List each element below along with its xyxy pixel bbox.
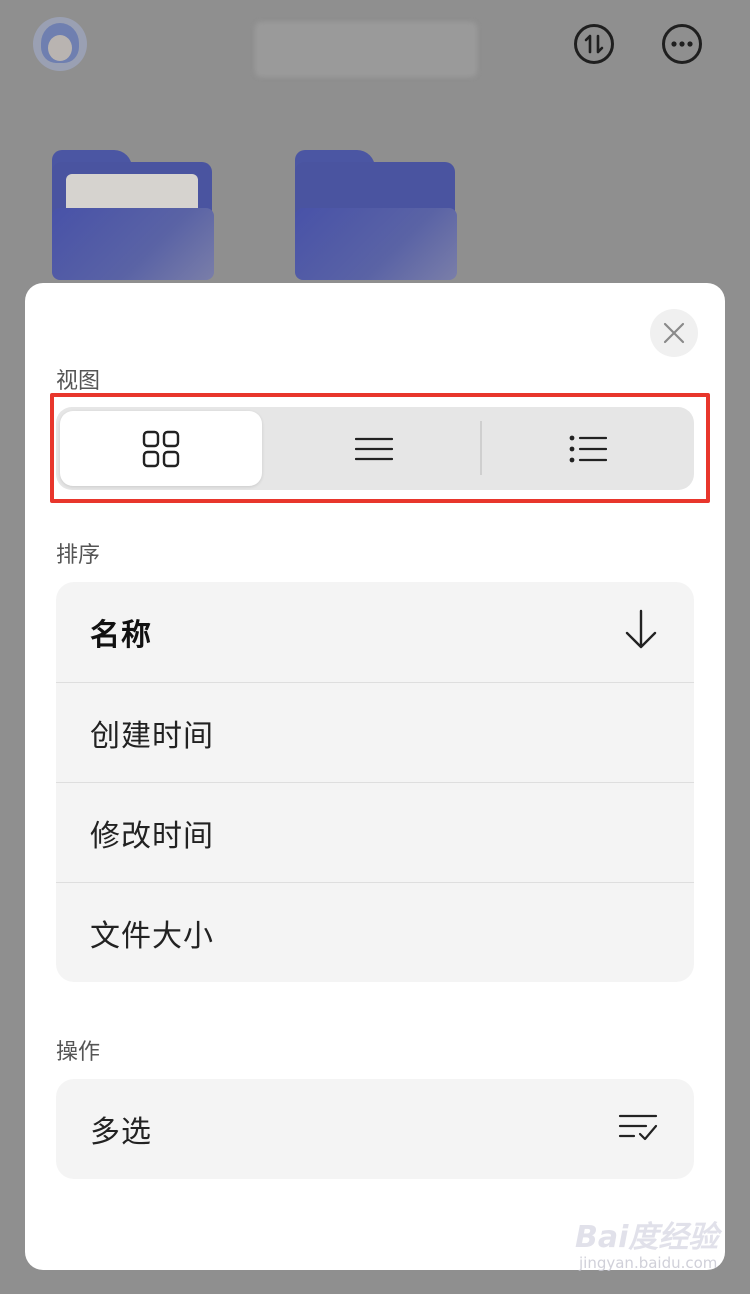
- view-options-sheet: 视图 排序 名称 创建时间 修改时间 文件大小 操作 多选: [25, 283, 725, 1270]
- sort-section-label: 排序: [56, 543, 101, 568]
- sort-option-label: 文件大小: [90, 918, 214, 954]
- watermark-url: jingyan.baidu.com: [579, 1254, 718, 1272]
- sort-option-file-size[interactable]: 文件大小: [56, 882, 694, 982]
- sort-option-created-time[interactable]: 创建时间: [56, 682, 694, 782]
- arrow-down-icon: [624, 609, 658, 655]
- blurred-title: [255, 22, 477, 77]
- sort-options-group: 名称 创建时间 修改时间 文件大小: [56, 582, 694, 982]
- sort-option-label: 修改时间: [90, 818, 214, 854]
- multi-select-icon: [618, 1112, 658, 1146]
- action-options-group: 多选: [56, 1079, 694, 1179]
- highlight-annotation-box: [50, 393, 710, 503]
- action-section-label: 操作: [56, 1040, 101, 1065]
- folder-icon[interactable]: [295, 150, 457, 280]
- multi-select-row[interactable]: 多选: [56, 1079, 694, 1179]
- sort-option-label: 名称: [90, 618, 152, 653]
- sort-option-modified-time[interactable]: 修改时间: [56, 782, 694, 882]
- view-section-label: 视图: [56, 369, 101, 394]
- close-icon[interactable]: [650, 309, 698, 357]
- watermark-brand: Bai度经验: [575, 1220, 719, 1255]
- more-dots-icon[interactable]: [662, 24, 702, 64]
- girl-avatar-icon[interactable]: [33, 17, 87, 71]
- sort-arrows-icon[interactable]: [574, 24, 614, 64]
- folder-icon[interactable]: [52, 150, 214, 280]
- app-header: [0, 0, 750, 100]
- multi-select-label: 多选: [90, 1115, 152, 1150]
- sort-option-name[interactable]: 名称: [56, 582, 694, 682]
- baidu-jingyan-watermark: Bai度经验 jingyan.baidu.com: [575, 1212, 719, 1282]
- sort-option-label: 创建时间: [90, 718, 214, 754]
